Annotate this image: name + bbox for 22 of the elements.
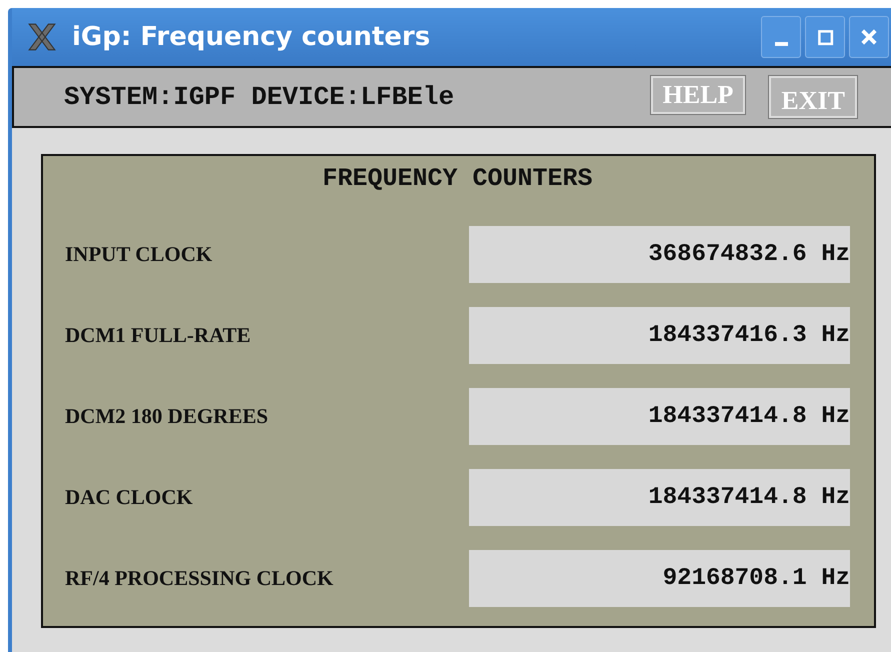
panel-title: FREQUENCY COUNTERS — [321, 164, 594, 195]
x-logo-icon — [26, 21, 58, 53]
device-label: SYSTEM:IGPF DEVICE:LFBEle — [64, 82, 456, 112]
counter-label: DCM1 FULL-RATE — [65, 323, 251, 348]
counter-label: INPUT CLOCK — [65, 242, 212, 267]
counter-value: 184337414.8 Hz — [469, 388, 850, 445]
counter-label: DCM2 180 DEGREES — [65, 404, 268, 429]
maximize-button[interactable] — [805, 16, 845, 58]
counter-value: 184337414.8 Hz — [469, 469, 850, 526]
counter-label: DAC CLOCK — [65, 485, 193, 510]
counter-label: RF/4 PROCESSING CLOCK — [65, 566, 334, 591]
toolbar-button[interactable]: EXIT — [769, 76, 857, 118]
toolbar-button[interactable]: HELP — [650, 76, 746, 114]
counter-value: 184337416.3 Hz — [469, 307, 850, 364]
window-title: iGp: Frequency counters — [72, 22, 432, 52]
counter-value: 92168708.1 Hz — [469, 550, 850, 607]
close-icon — [859, 27, 879, 47]
minimize-icon — [774, 42, 788, 46]
minimize-button[interactable] — [761, 16, 801, 58]
close-button[interactable] — [849, 16, 889, 58]
counter-value: 368674832.6 Hz — [469, 226, 850, 283]
maximize-icon — [815, 27, 835, 47]
